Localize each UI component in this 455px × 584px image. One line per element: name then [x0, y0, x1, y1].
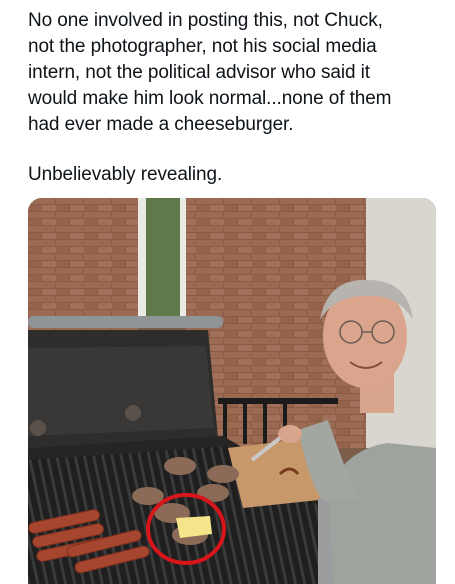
- grill-lid-handle: [28, 316, 223, 328]
- grill-photo-illustration: [28, 198, 436, 584]
- window-greenery: [146, 198, 180, 318]
- post-line-1: No one involved in posting this, not Chu…: [28, 10, 383, 31]
- burger-patty: [164, 457, 196, 475]
- post-line-5: had ever made a cheeseburger.: [28, 114, 294, 135]
- post-photo[interactable]: [28, 198, 436, 584]
- post-line-2: not the photographer, not his social med…: [28, 36, 377, 57]
- burger-patty: [207, 465, 239, 483]
- post-closing-line: Unbelievably revealing.: [28, 164, 223, 185]
- post-line-4: would make him look normal...none of the…: [28, 88, 392, 109]
- post-line-3: intern, not the political advisor who sa…: [28, 62, 370, 83]
- post-text: No one involved in posting this, not Chu…: [28, 8, 443, 188]
- railing-top: [218, 398, 338, 404]
